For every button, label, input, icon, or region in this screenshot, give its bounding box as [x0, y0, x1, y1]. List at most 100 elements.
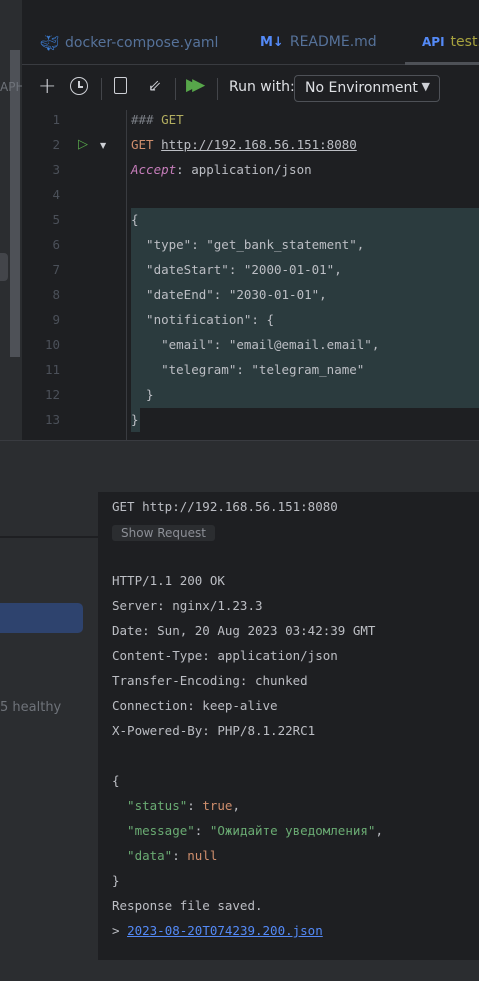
code-token: "type": "get_bank_statement",: [131, 237, 365, 252]
code-line: "notification": {: [131, 312, 274, 327]
line-number: 7: [52, 262, 60, 277]
code-token: }: [131, 412, 139, 427]
markdown-icon: M↓: [260, 34, 284, 50]
run-with-label: Run with:: [229, 79, 295, 95]
line-number: 2: [52, 137, 60, 152]
code-line: ### GET: [131, 112, 184, 127]
tab-docker-compose[interactable]: 🐳︎ docker-compose.yaml: [40, 34, 218, 52]
copy-icon[interactable]: [114, 77, 127, 94]
tab-test-http[interactable]: API test.h: [422, 34, 479, 50]
code-line: "telegram": "telegram_name": [131, 362, 364, 377]
line-number: 8: [52, 287, 60, 302]
code-token: true: [202, 798, 233, 813]
response-line: }: [112, 873, 120, 888]
tab-readme[interactable]: M↓ README.md: [260, 34, 377, 50]
code-token: >: [112, 923, 128, 938]
docker-icon: 🐳︎: [40, 34, 60, 52]
code-line: "type": "get_bank_statement",: [131, 237, 364, 252]
status-bar: [0, 960, 479, 981]
code-token: :: [194, 823, 210, 838]
code-token: ,: [375, 823, 383, 838]
code-token: ,: [232, 798, 240, 813]
line-number: 9: [52, 312, 60, 327]
code-token: GET: [161, 112, 184, 127]
code-token: Content-Type: application/json: [112, 648, 338, 663]
line-number: 13: [44, 412, 60, 427]
project-panel-scrollbar[interactable]: [10, 50, 20, 357]
code-token: "message": [112, 823, 195, 838]
response-line: Content-Type: application/json: [112, 648, 338, 663]
response-line: HTTP/1.1 200 OK: [112, 573, 225, 588]
code-line: "email": "email@email.email",: [131, 337, 379, 352]
toolbar-divider: [101, 78, 102, 100]
services-tree-selected-item[interactable]: [0, 603, 83, 633]
run-options-chevron-icon[interactable]: ▼: [100, 141, 106, 150]
active-tab-indicator: [405, 62, 479, 65]
code-token: }: [131, 387, 154, 402]
code-line: }: [131, 387, 154, 402]
response-line: Connection: keep-alive: [112, 698, 278, 713]
code-token: Connection: keep-alive: [112, 698, 278, 713]
code-token: "email": "email@email.email",: [131, 337, 380, 352]
import-icon[interactable]: ⇙: [148, 76, 161, 95]
code-line: "dateStart": "2000-01-01",: [131, 262, 342, 277]
services-header: [0, 440, 479, 492]
line-number: 11: [44, 362, 60, 377]
response-line: X-Powered-By: PHP/8.1.22RC1: [112, 723, 315, 738]
code-token: }: [112, 873, 120, 888]
code-token: :: [187, 798, 203, 813]
code-token: Server: nginx/1.23.3: [112, 598, 263, 613]
response-request-line: GET http://192.168.56.151:8080: [112, 499, 338, 514]
run-all-icon[interactable]: ▶▶: [186, 75, 205, 95]
response-line: Response file saved.: [112, 898, 263, 913]
toolbar-divider: [175, 78, 176, 100]
code-line: "dateEnd": "2030-01-01",: [131, 287, 327, 302]
project-panel-partial-label: APH: [0, 80, 25, 94]
code-line: GET http://192.168.56.151:8080: [131, 137, 357, 152]
response-line: "data": null: [112, 848, 217, 863]
tab-label: test.h: [450, 34, 479, 50]
toolbar-divider: [217, 78, 218, 100]
response-line: > 2023-08-20T074239.200.json: [112, 923, 323, 938]
code-token: HTTP/1.1 200 OK: [112, 573, 225, 588]
code-token: ###: [131, 112, 162, 127]
line-number: 12: [44, 387, 60, 402]
code-line: }: [131, 412, 139, 427]
history-icon[interactable]: [70, 77, 88, 95]
environment-value: No Environment: [305, 80, 418, 96]
code-token: "dateEnd": "2030-01-01",: [131, 287, 327, 302]
code-token: Transfer-Encoding: chunked: [112, 673, 308, 688]
show-request-button[interactable]: Show Request: [112, 525, 215, 541]
line-number: 6: [52, 237, 60, 252]
line-number: 3: [52, 162, 60, 177]
response-line: "message": "Ожидайте уведомления",: [112, 823, 383, 838]
code-token: "data": [112, 848, 173, 863]
code-line: Accept: application/json: [131, 162, 312, 177]
container-health-status: 5 healthy: [0, 700, 62, 715]
code-token: Date: Sun, 20 Aug 2023 03:42:39 GMT: [112, 623, 376, 638]
api-icon: API: [422, 35, 445, 49]
response-line: Server: nginx/1.23.3: [112, 598, 263, 613]
environment-select[interactable]: No Environment ▼: [294, 75, 440, 102]
code-token: null: [187, 848, 218, 863]
code-token: {: [131, 212, 139, 227]
response-line: Transfer-Encoding: chunked: [112, 673, 308, 688]
line-number: 10: [44, 337, 60, 352]
code-token: :: [172, 848, 188, 863]
add-request-icon[interactable]: +: [38, 74, 56, 99]
code-token: Response file saved.: [112, 898, 263, 913]
code-token: Accept: [131, 162, 177, 177]
code-token: GET: [131, 137, 162, 152]
code-token: X-Powered-By: PHP/8.1.22RC1: [112, 723, 316, 738]
code-token: "status": [112, 798, 188, 813]
line-number: 4: [52, 187, 60, 202]
code-token: "notification": {: [131, 312, 274, 327]
run-request-icon[interactable]: ▷: [78, 137, 88, 152]
code-line: {: [131, 212, 139, 227]
services-tree: [0, 492, 98, 960]
response-line: Date: Sun, 20 Aug 2023 03:42:39 GMT: [112, 623, 375, 638]
editor-tab-bar: 🐳︎ docker-compose.yaml M↓ README.md API …: [22, 0, 479, 65]
response-file-link[interactable]: 2023-08-20T074239.200.json: [127, 923, 323, 938]
line-number: 1: [52, 112, 60, 127]
chevron-down-icon: ▼: [421, 80, 430, 93]
